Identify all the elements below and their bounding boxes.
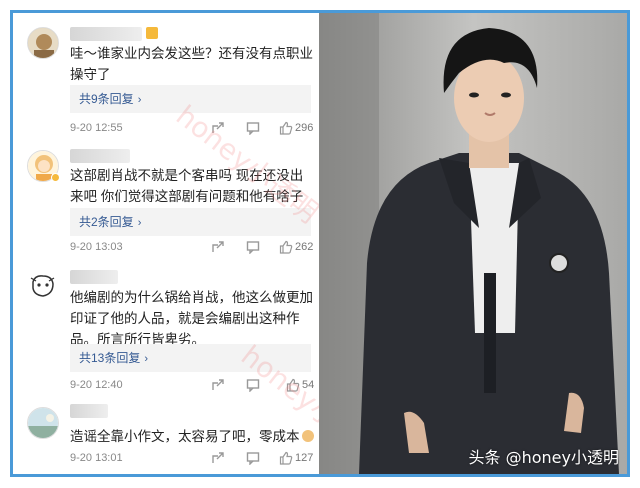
like-count: 262 [295, 241, 314, 253]
view-replies-link[interactable]: 共2条回复 › [70, 208, 311, 236]
comment-icon[interactable] [246, 240, 260, 254]
comment-meta: 9-20 13:01 127 [70, 450, 315, 466]
emoji-icon [301, 430, 314, 442]
badge-icon [146, 27, 158, 39]
comment-date: 9-20 13:01 [70, 452, 123, 464]
username-blurred [70, 149, 130, 163]
portrait-photo: 头条 @honey小透明 [319, 13, 627, 474]
comment-icon[interactable] [246, 121, 260, 135]
share-icon[interactable] [211, 451, 225, 465]
like-count: 296 [295, 122, 314, 134]
share-icon[interactable] [211, 378, 225, 392]
share-icon[interactable] [211, 121, 225, 135]
replies-label: 共9条回复 [79, 92, 134, 106]
comment-date: 9-20 12:40 [70, 379, 123, 391]
share-icon[interactable] [211, 240, 225, 254]
avatar[interactable] [27, 407, 59, 439]
comment-icon[interactable] [246, 451, 260, 465]
replies-label: 共2条回复 [79, 215, 134, 229]
comment-meta: 9-20 13:03 262 [70, 239, 315, 255]
avatar[interactable] [27, 27, 59, 59]
person-illustration [319, 13, 627, 474]
comment-list: 哇～谁家业内会发这些？还有没有点职业操守了 共9条回复 › 9-20 12:55 … [13, 13, 390, 474]
comment-text-content: 造谣全靠小作文，太容易了吧，零成本 [70, 429, 300, 444]
username-blurred [70, 270, 118, 284]
comment-text: 他编剧的为什么锅给肖战，他这么做更加印证了他的人品，就是会编剧出这种作品。所言所… [70, 290, 313, 347]
comment-icon[interactable] [246, 378, 260, 392]
like-count: 54 [302, 379, 315, 391]
avatar[interactable] [27, 270, 59, 302]
comment-text: 哇～谁家业内会发这些？还有没有点职业操守了 [70, 46, 313, 82]
thumbs-up-icon[interactable] [279, 121, 293, 135]
like-count: 127 [295, 452, 314, 464]
chevron-right-icon: › [144, 353, 149, 365]
comment-text: 造谣全靠小作文，太容易了吧，零成本 [70, 426, 315, 447]
thumbs-up-icon[interactable] [286, 378, 300, 392]
verified-badge-icon [51, 173, 60, 182]
comment-meta: 9-20 12:40 54 [70, 377, 315, 393]
username-blurred [70, 27, 142, 41]
thumbs-up-icon[interactable] [279, 451, 293, 465]
comment-date: 9-20 13:03 [70, 241, 123, 253]
replies-label: 共13条回复 [79, 351, 141, 365]
comment-date: 9-20 12:55 [70, 122, 123, 134]
screenshot-frame: 哇～谁家业内会发这些？还有没有点职业操守了 共9条回复 › 9-20 12:55 … [10, 10, 630, 477]
username-blurred [70, 404, 108, 418]
view-replies-link[interactable]: 共9条回复 › [70, 85, 311, 113]
brand-watermark: 头条 @honey小透明 [468, 448, 619, 467]
chevron-right-icon: › [137, 217, 142, 229]
view-replies-link[interactable]: 共13条回复 › [70, 344, 311, 372]
comment-meta: 9-20 12:55 296 [70, 120, 315, 136]
chevron-right-icon: › [137, 94, 142, 106]
thumbs-up-icon[interactable] [279, 240, 293, 254]
